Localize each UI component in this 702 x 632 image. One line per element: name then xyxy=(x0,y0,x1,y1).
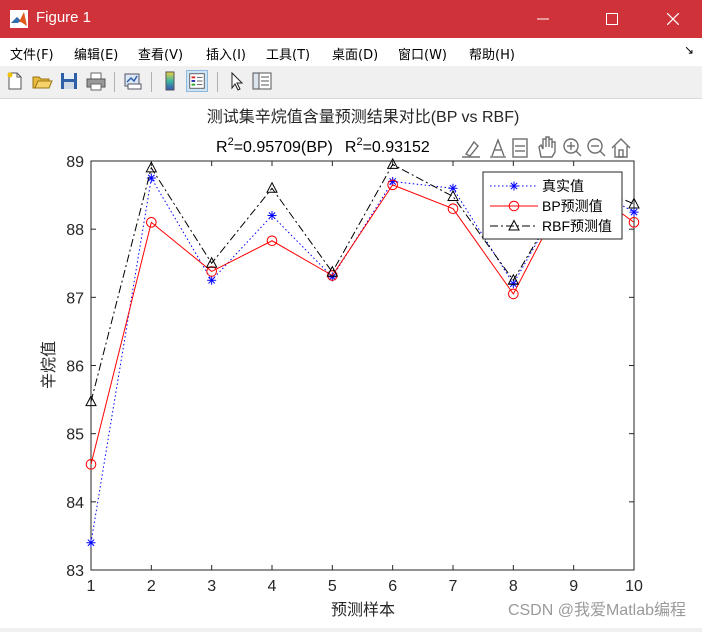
x-tick-label: 6 xyxy=(388,578,397,595)
pan-icon[interactable] xyxy=(538,136,556,158)
chart-title: 测试集辛烷值含量预测结果对比(BP vs RBF) xyxy=(207,108,520,126)
legend-label: BP预测值 xyxy=(542,198,603,214)
maximize-icon xyxy=(606,13,618,25)
close-button[interactable] xyxy=(650,0,696,38)
legend-label: 真实值 xyxy=(542,178,584,194)
matlab-icon xyxy=(10,10,28,28)
zoom-in-icon[interactable] xyxy=(563,138,582,157)
r2-rbf-value: =0.93152 xyxy=(363,139,430,156)
menu-edit[interactable]: 编辑(E) xyxy=(74,44,118,63)
x-tick-label: 3 xyxy=(207,578,216,595)
legend[interactable]: 真实值 BP预测值 RBF预测值 xyxy=(482,171,623,240)
y-tick-label: 85 xyxy=(66,427,84,444)
y-tick-label: 88 xyxy=(66,222,84,239)
minimize-icon xyxy=(537,18,549,20)
maximize-button[interactable] xyxy=(589,0,635,38)
menu-help[interactable]: 帮助(H) xyxy=(469,44,515,63)
menu-file[interactable]: 文件(F) xyxy=(10,44,54,63)
new-figure-icon[interactable] xyxy=(4,70,26,92)
print-icon[interactable] xyxy=(85,70,107,92)
open-icon[interactable] xyxy=(31,70,53,92)
toolbar-separator xyxy=(151,72,152,92)
toolbar-separator xyxy=(217,72,218,92)
y-tick-label: 84 xyxy=(66,495,84,512)
r2-subtitle: R2=0.95709(BP) R2=0.93152 xyxy=(216,136,430,156)
data-tip-icon[interactable] xyxy=(490,138,506,158)
dock-arrow-icon[interactable]: ↘ xyxy=(684,43,694,57)
plot-svg: 测试集辛烷值含量预测结果对比(BP vs RBF) R 2 =0.95709(BP)… xyxy=(40,108,686,619)
r2-bp-label: R xyxy=(216,139,228,156)
window-title: Figure 1 xyxy=(36,9,92,26)
legend-label: RBF预测值 xyxy=(542,218,612,234)
menu-bar: 文件(F) 编辑(E) 查看(V) 插入(I) 工具(T) 桌面(D) 窗口(W… xyxy=(0,38,702,66)
property-inspector-icon[interactable] xyxy=(251,70,273,92)
r2-bp-value: =0.95709(BP) xyxy=(234,139,333,156)
pointer-icon[interactable] xyxy=(225,70,247,92)
menu-view[interactable]: 查看(V) xyxy=(138,44,183,63)
close-icon xyxy=(667,13,679,25)
y-tick-label: 83 xyxy=(66,563,84,580)
link-plot-icon[interactable] xyxy=(122,70,144,92)
x-tick-label: 4 xyxy=(268,578,277,595)
r2-rbf-label: R xyxy=(345,139,357,156)
home-icon[interactable] xyxy=(611,138,631,158)
save-icon[interactable] xyxy=(58,70,80,92)
zoom-out-icon[interactable] xyxy=(587,138,606,157)
toolbar-separator xyxy=(114,72,115,92)
menu-desktop[interactable]: 桌面(D) xyxy=(332,44,378,63)
x-axis-label: 预测样本 xyxy=(331,601,395,619)
x-tick-label: 5 xyxy=(328,578,337,595)
x-tick-label: 8 xyxy=(509,578,518,595)
y-axis-label: 辛烷值 xyxy=(40,341,58,389)
brush-icon[interactable] xyxy=(462,140,480,158)
menu-insert[interactable]: 插入(I) xyxy=(206,44,246,63)
x-tick-label: 9 xyxy=(569,578,578,595)
minimize-button[interactable] xyxy=(520,0,566,38)
y-tick-label: 86 xyxy=(66,359,84,376)
watermark-text: CSDN @我爱Matlab编程 xyxy=(508,601,686,619)
axes-toolbar xyxy=(462,136,631,158)
x-tick-label: 1 xyxy=(87,578,96,595)
window-titlebar[interactable]: Figure 1 xyxy=(0,0,702,38)
x-tick-label: 2 xyxy=(147,578,156,595)
x-tick-label: 10 xyxy=(625,578,643,595)
figure-toolbar xyxy=(0,66,702,99)
menu-window[interactable]: 窗口(W) xyxy=(398,44,447,63)
menu-tools[interactable]: 工具(T) xyxy=(266,44,310,63)
legend-icon[interactable] xyxy=(186,70,208,92)
y-tick-label: 87 xyxy=(66,290,84,307)
x-tick-label: 7 xyxy=(449,578,458,595)
y-tick-label: 89 xyxy=(66,154,84,171)
colorbar-icon[interactable] xyxy=(159,70,181,92)
figure-canvas: 测试集辛烷值含量预测结果对比(BP vs RBF) R 2 =0.95709(BP)… xyxy=(0,99,702,628)
rotate-icon[interactable] xyxy=(512,138,528,158)
